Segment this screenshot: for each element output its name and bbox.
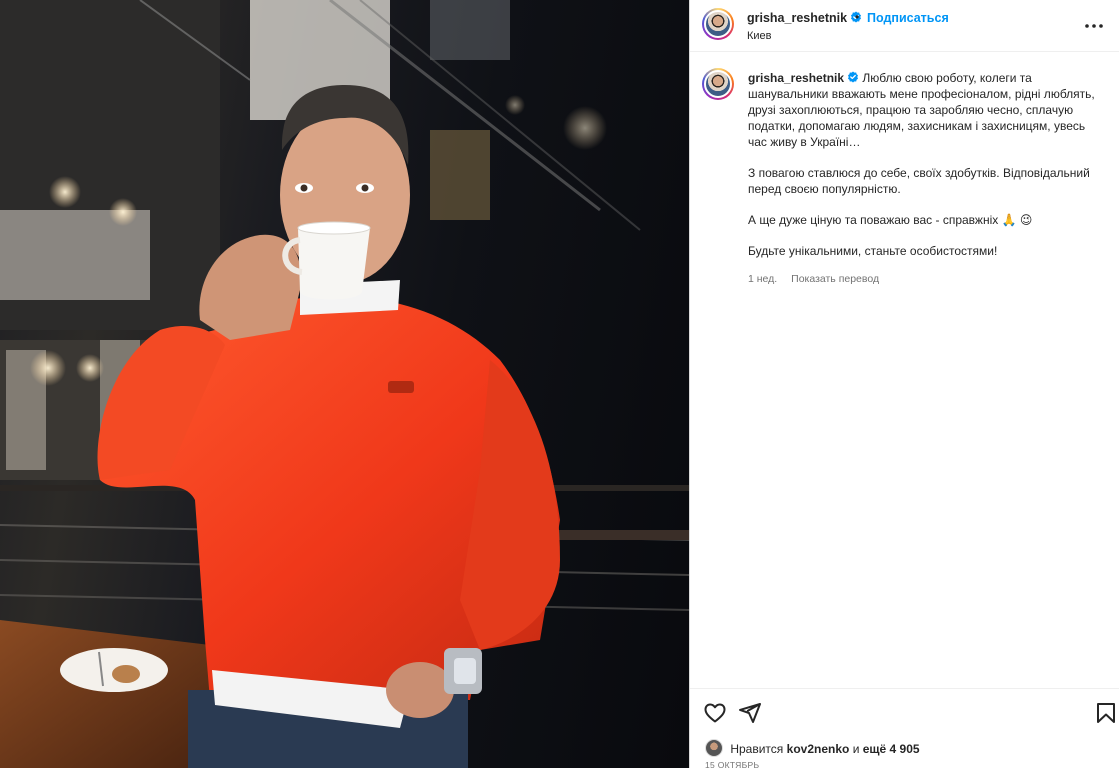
liker-avatar[interactable] [705,739,723,757]
heart-icon[interactable] [703,701,727,725]
time-ago[interactable]: 1 нед. [748,273,777,285]
photo-illustration [0,0,689,768]
caption-body: grisha_reshetnik Люблю свою роботу, коле… [748,70,1098,287]
share-icon[interactable] [738,701,762,725]
likes-summary: Нравится kov2nenko и ещё 4 905 [705,739,920,757]
likes-prefix: Нравится [730,742,784,756]
caption-avatar[interactable] [702,68,734,100]
author-avatar[interactable] [702,8,734,40]
likes-count[interactable]: ещё 4 905 [863,742,920,756]
caption-paragraph-2: З повагою ставлюся до себе, своїх здобут… [748,166,1094,196]
post-side-panel: grisha_reshetnik • Подписаться Киев gris… [689,0,1119,768]
translate-link[interactable]: Показать перевод [791,273,879,285]
caption-paragraph-4: Будьте унікальними, станьте особистостям… [748,244,998,258]
post-header: grisha_reshetnik • Подписаться Киев [690,0,1119,52]
likes-middle: и [852,742,860,756]
caption-paragraph-1: grisha_reshetnik Люблю свою роботу, коле… [748,70,1098,150]
post-actions: Нравится kov2nenko и ещё 4 905 15 ОКТЯБР… [690,688,1119,768]
more-icon[interactable] [1082,16,1106,36]
caption-meta: 1 нед. Показать перевод [748,271,1098,287]
follow-button[interactable]: Подписаться [867,11,949,25]
verified-icon [848,71,859,83]
author-username-row: grisha_reshetnik [747,11,862,25]
bookmark-icon[interactable] [1094,701,1118,725]
caption-paragraph-3: А ще дуже ціную та поважаю вас - справжн… [748,213,1033,227]
post-location[interactable]: Киев [747,30,772,42]
caption-username[interactable]: grisha_reshetnik [748,71,844,85]
post-date[interactable]: 15 ОКТЯБРЬ [705,760,759,768]
post-photo[interactable] [0,0,689,768]
separator-dot: • [855,10,860,24]
author-username[interactable]: grisha_reshetnik [747,11,847,25]
liker-username[interactable]: kov2nenko [787,742,850,756]
